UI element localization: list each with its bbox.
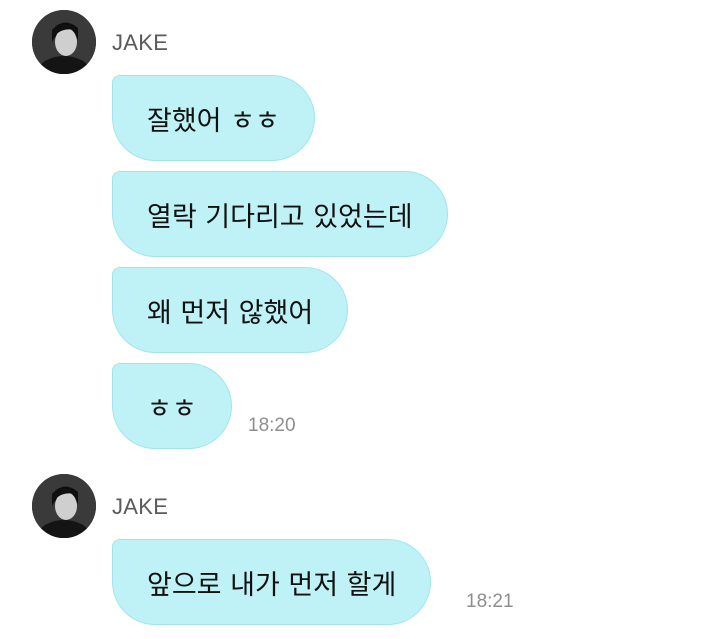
message-bubble[interactable]: 잘했어 ㅎㅎ [112,75,315,161]
timestamp: 18:21 [466,591,514,612]
sender-name: JAKE [112,30,169,55]
message-bubble[interactable]: 왜 먼저 않했어 [112,267,349,353]
timestamp: 18:20 [248,415,296,436]
sender-name: JAKE [112,494,169,519]
message-bubble[interactable]: 열락 기다리고 있었는데 [112,171,448,257]
message-bubble[interactable]: 앞으로 내가 먼저 할게 [112,539,432,625]
avatar[interactable] [32,474,96,538]
avatar[interactable] [32,10,96,74]
message-bubble[interactable]: ㅎㅎ [112,363,232,449]
